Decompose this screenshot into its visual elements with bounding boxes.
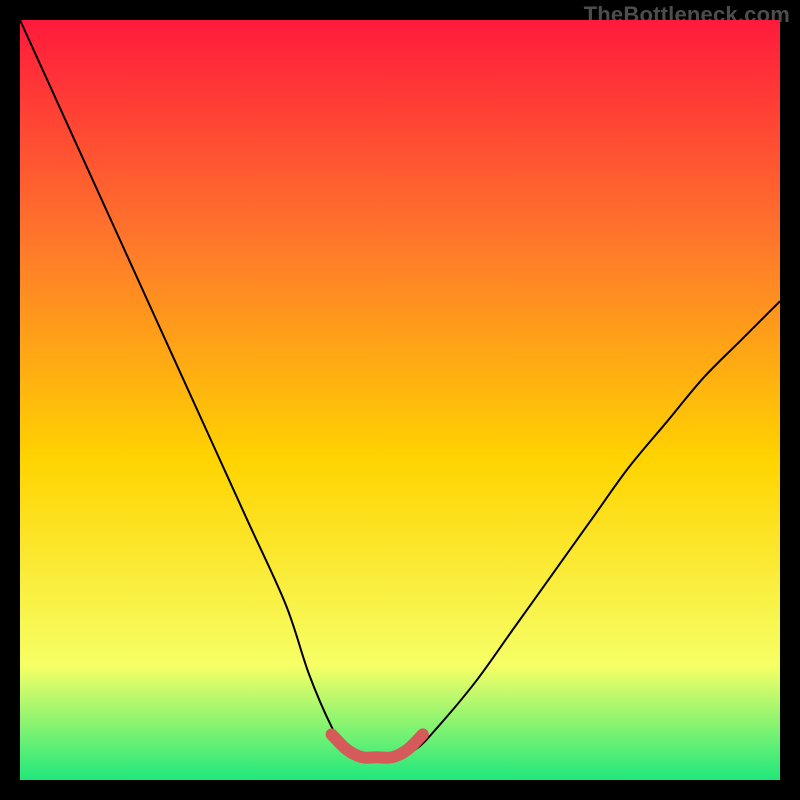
chart-frame: TheBottleneck.com <box>0 0 800 800</box>
chart-background <box>20 20 780 780</box>
bottleneck-chart <box>20 20 780 780</box>
